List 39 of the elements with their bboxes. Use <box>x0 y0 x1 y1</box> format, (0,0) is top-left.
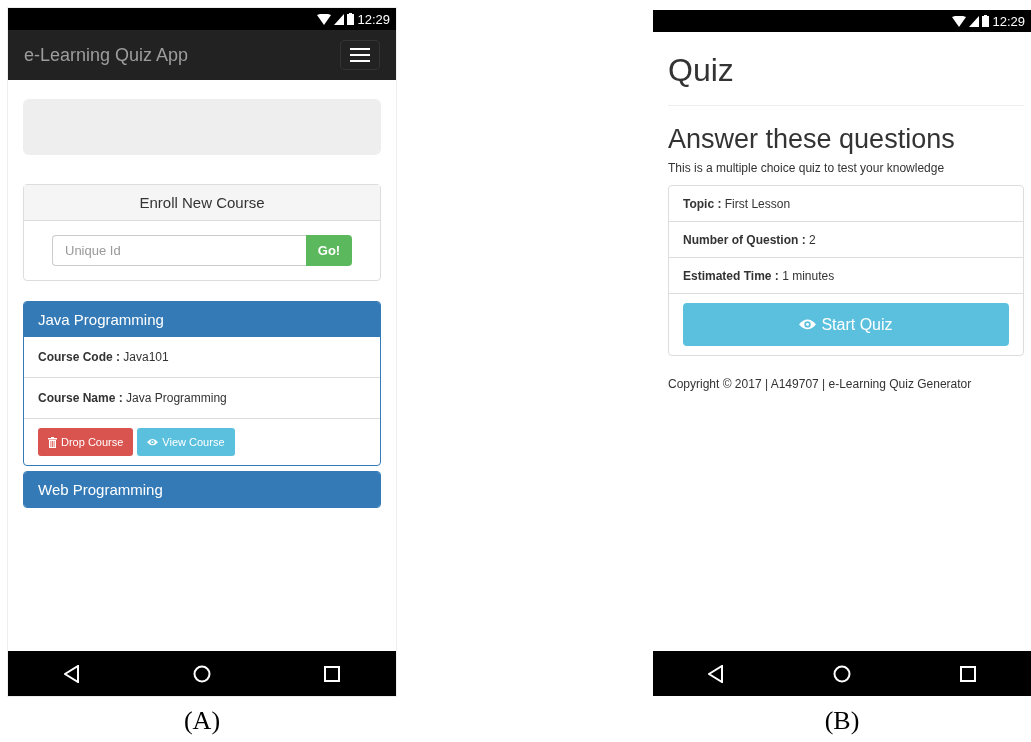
home-icon[interactable] <box>833 664 851 683</box>
footer-text: Copyright © 2017 | A149707 | e-Learning Quiz Generator <box>668 377 973 391</box>
eye-icon <box>147 437 159 447</box>
signal-icon <box>334 13 345 25</box>
battery-icon <box>347 13 355 25</box>
back-icon[interactable] <box>707 664 724 683</box>
recents-icon[interactable] <box>323 665 340 682</box>
unique-id-field[interactable]: Unique Id <box>52 235 306 266</box>
figure-caption: (B) <box>824 706 860 736</box>
quiz-info-item: Estimated Time : 1 minutes <box>669 258 1023 294</box>
page-title: Quiz <box>668 52 1024 106</box>
trash-icon <box>48 436 57 448</box>
drop-course-button[interactable]: Drop Course <box>38 428 134 456</box>
recents-icon[interactable] <box>960 665 977 682</box>
wifi-icon <box>317 13 332 25</box>
quiz-description: This is a multiple choice quiz to test your knowledge <box>668 161 946 175</box>
course-detail: Course Name : Java Programming <box>24 378 380 419</box>
eye-icon <box>799 318 817 331</box>
quiz-heading: Answer these questions <box>668 124 956 155</box>
view-course-button[interactable]: View Course <box>137 428 235 456</box>
quiz-info-item: Topic : First Lesson <box>669 186 1023 222</box>
go-button[interactable]: Go! <box>306 235 352 266</box>
quiz-info-item: Number of Question : 2 <box>669 222 1023 258</box>
signal-icon <box>969 15 980 27</box>
start-quiz-button[interactable]: Start Quiz <box>683 303 1009 346</box>
panel-title: Enroll New Course <box>24 185 380 221</box>
status-time: 12:29 <box>992 13 1025 29</box>
course-header[interactable]: Java Programming <box>24 302 380 337</box>
course-detail: Course Code : Java101 <box>24 337 380 378</box>
status-time: 12:29 <box>357 11 390 27</box>
menu-button[interactable] <box>340 40 380 70</box>
course-header[interactable]: Web Programming <box>23 471 381 508</box>
app-title: e-Learning Quiz App <box>24 44 189 66</box>
battery-icon <box>982 15 990 27</box>
back-icon[interactable] <box>64 664 81 683</box>
figure-caption: (A) <box>183 706 221 736</box>
wifi-icon <box>952 15 967 27</box>
home-icon[interactable] <box>193 664 211 683</box>
menu-icon <box>350 48 370 62</box>
